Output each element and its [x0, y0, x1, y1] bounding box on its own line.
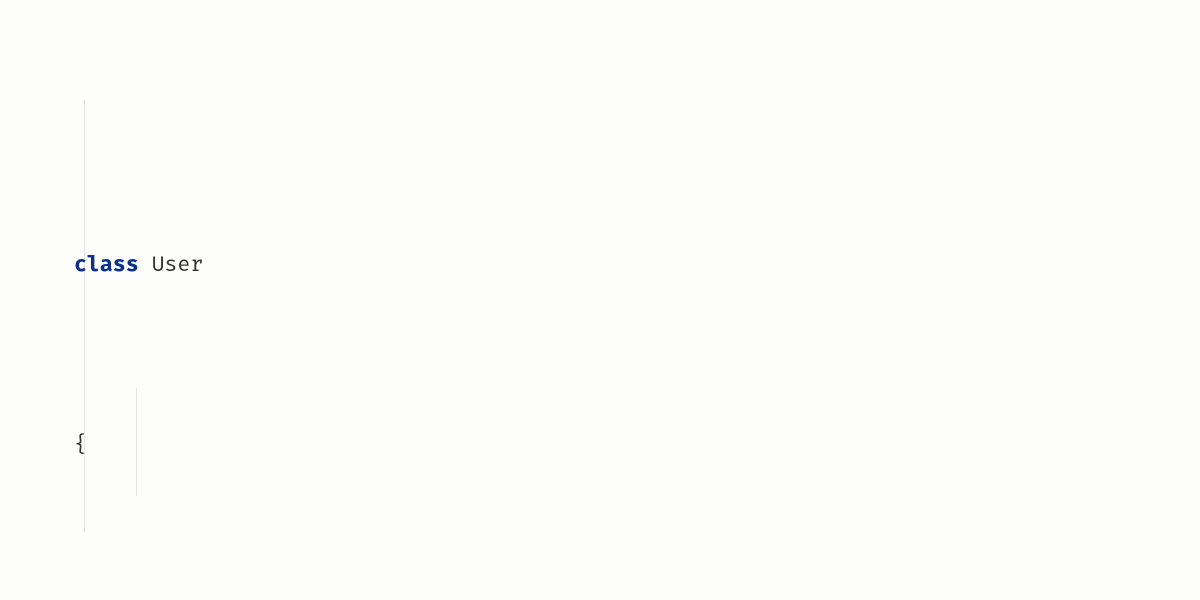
indent-guide [84, 100, 85, 532]
code-editor[interactable]: class User { private $id; private $name … [0, 0, 1200, 600]
brace-open: { [74, 433, 87, 458]
class-name: User [152, 253, 204, 278]
code-line: { [74, 428, 1200, 464]
keyword-class: class [74, 253, 139, 278]
code-line: class User [74, 248, 1200, 284]
